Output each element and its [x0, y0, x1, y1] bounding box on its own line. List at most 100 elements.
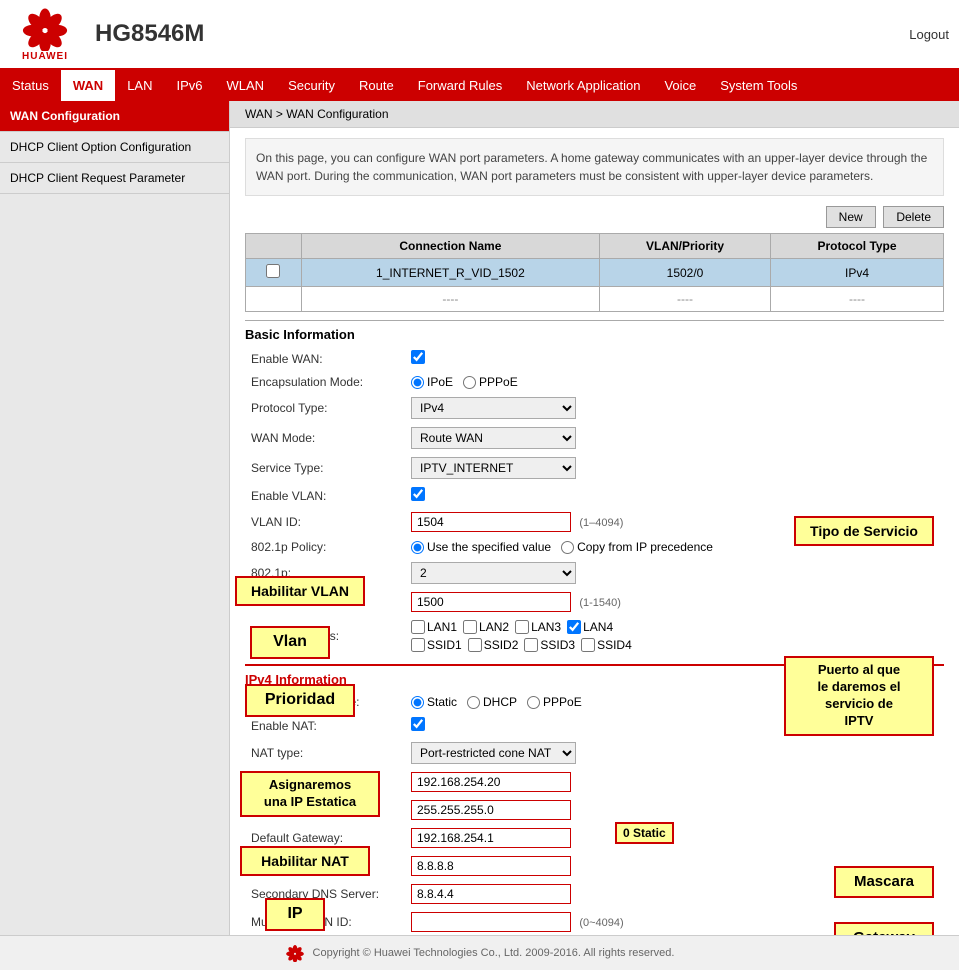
- binding-ssid1: SSID1: [411, 638, 462, 652]
- binding-lan4: LAN4: [567, 620, 613, 634]
- enable-vlan-label: Enable VLAN:: [245, 483, 405, 508]
- wan-mode-select[interactable]: Route WAN: [411, 427, 576, 449]
- protocol-select[interactable]: IPv4: [411, 397, 576, 419]
- col-check: [246, 234, 302, 259]
- policy-copy-radio[interactable]: [561, 541, 574, 554]
- protocol-type-row: Protocol Type: IPv4: [245, 393, 944, 423]
- nav-voice[interactable]: Voice: [652, 70, 708, 101]
- enable-vlan-checkbox[interactable]: [411, 487, 425, 501]
- nat-type-select[interactable]: Port-restricted cone NAT: [411, 742, 576, 764]
- delete-button[interactable]: Delete: [883, 206, 944, 228]
- acq-static-radio[interactable]: [411, 696, 424, 709]
- ann-gateway: Gateway: [834, 922, 934, 935]
- ip-address-input[interactable]: [411, 772, 571, 792]
- encap-pppoe-radio[interactable]: [463, 376, 476, 389]
- nav-security[interactable]: Security: [276, 70, 347, 101]
- ann-vlan: Vlan: [250, 626, 330, 659]
- logout-button[interactable]: Logout: [909, 27, 949, 42]
- enable-wan-label: Enable WAN:: [245, 346, 405, 371]
- policy-specified-label[interactable]: Use the specified value: [411, 540, 551, 554]
- lan1-checkbox[interactable]: [411, 620, 425, 634]
- encap-ipoe-label[interactable]: IPoE: [411, 375, 453, 389]
- row-checkbox[interactable]: [266, 264, 280, 278]
- nav-lan[interactable]: LAN: [115, 70, 164, 101]
- dot1p-select[interactable]: 2: [411, 562, 576, 584]
- binding-row: Binding Options: LAN1 LAN2: [245, 616, 944, 656]
- ann-mascara: Mascara: [834, 866, 934, 898]
- nav-status[interactable]: Status: [0, 70, 61, 101]
- enable-vlan-value: [405, 483, 944, 508]
- lan2-checkbox[interactable]: [463, 620, 477, 634]
- vlan-id-label: VLAN ID:: [245, 508, 405, 536]
- nav-wlan[interactable]: WLAN: [215, 70, 277, 101]
- encap-ipoe-radio[interactable]: [411, 376, 424, 389]
- mtu-input[interactable]: [411, 592, 571, 612]
- vlan-hint: (1–4094): [579, 517, 623, 529]
- row-protocol: IPv4: [771, 259, 944, 287]
- binding-ssid3: SSID3: [524, 638, 575, 652]
- service-type-value: IPTV_INTERNET: [405, 453, 944, 483]
- new-button[interactable]: New: [826, 206, 876, 228]
- enable-wan-checkbox[interactable]: [411, 350, 425, 364]
- binding-lan2: LAN2: [463, 620, 509, 634]
- acq-dhcp-label[interactable]: DHCP: [467, 695, 517, 709]
- acq-static-label[interactable]: Static: [411, 695, 457, 709]
- nav-forward-rules[interactable]: Forward Rules: [406, 70, 515, 101]
- table-row: ---- ---- ----: [246, 287, 944, 312]
- encap-radio-group: IPoE PPPoE: [411, 375, 938, 389]
- acq-pppoe-radio[interactable]: [527, 696, 540, 709]
- enable-wan-value: [405, 346, 944, 371]
- lan3-checkbox[interactable]: [515, 620, 529, 634]
- gateway-input[interactable]: [411, 828, 571, 848]
- acq-dhcp-radio[interactable]: [467, 696, 480, 709]
- policy-copy-label[interactable]: Copy from IP precedence: [561, 540, 713, 554]
- sidebar-wan-config[interactable]: WAN Configuration: [0, 101, 229, 132]
- subnet-mask-input[interactable]: [411, 800, 571, 820]
- vlan-id-input[interactable]: [411, 512, 571, 532]
- ann-ip: IP: [265, 898, 325, 931]
- row-check[interactable]: [246, 259, 302, 287]
- nav-route[interactable]: Route: [347, 70, 406, 101]
- ssid3-checkbox[interactable]: [524, 638, 538, 652]
- enable-wan-row: Enable WAN:: [245, 346, 944, 371]
- ssid1-checkbox[interactable]: [411, 638, 425, 652]
- acq-dhcp-text: DHCP: [483, 695, 517, 709]
- lan4-checkbox[interactable]: [567, 620, 581, 634]
- sidebar-dhcp-request[interactable]: DHCP Client Request Parameter: [0, 163, 229, 194]
- nav-network-application[interactable]: Network Application: [514, 70, 652, 101]
- nav-wan[interactable]: WAN: [61, 70, 115, 101]
- footer: Copyright © Huawei Technologies Co., Ltd…: [0, 935, 959, 970]
- nav-ipv6[interactable]: IPv6: [165, 70, 215, 101]
- footer-text: Copyright © Huawei Technologies Co., Ltd…: [313, 947, 675, 959]
- lan2-label: LAN2: [479, 620, 509, 634]
- policy-specified-radio[interactable]: [411, 541, 424, 554]
- table-area: New Delete Connection Name VLAN/Priority…: [245, 206, 944, 935]
- dns2-input[interactable]: [411, 884, 571, 904]
- ann-puerto-iptv: Puerto al que le daremos el servicio de …: [784, 656, 934, 736]
- sidebar-dhcp-option[interactable]: DHCP Client Option Configuration: [0, 132, 229, 163]
- ann-asignar-ip: Asignaremos una IP Estatica: [240, 771, 380, 817]
- basic-info-title: Basic Information: [245, 320, 944, 342]
- acq-pppoe-label[interactable]: PPPoE: [527, 695, 582, 709]
- ann-habilitar-vlan: Habilitar VLAN: [235, 576, 365, 606]
- encap-row: Encapsulation Mode: IPoE PPPoE: [245, 371, 944, 393]
- dns1-input[interactable]: [411, 856, 571, 876]
- enable-vlan-row: Enable VLAN:: [245, 483, 944, 508]
- nav-system-tools[interactable]: System Tools: [708, 70, 809, 101]
- service-type-label: Service Type:: [245, 453, 405, 483]
- ssid2-checkbox[interactable]: [468, 638, 482, 652]
- ssid4-checkbox[interactable]: [581, 638, 595, 652]
- sidebar: WAN Configuration DHCP Client Option Con…: [0, 101, 230, 935]
- enable-nat-checkbox[interactable]: [411, 717, 425, 731]
- multicast-input[interactable]: [411, 912, 571, 932]
- table-row[interactable]: 1_INTERNET_R_VID_1502 1502/0 IPv4: [246, 259, 944, 287]
- multicast-hint: (0~4094): [579, 917, 623, 929]
- binding-lan1: LAN1: [411, 620, 457, 634]
- ip-addr-value: [405, 768, 944, 796]
- policy-label: 802.1p Policy:: [245, 536, 405, 558]
- binding-ssid-options: SSID1 SSID2 SSID3: [411, 638, 938, 652]
- service-type-select[interactable]: IPTV_INTERNET: [411, 457, 576, 479]
- nav-bar: Status WAN LAN IPv6 WLAN Security Route …: [0, 70, 959, 101]
- dot1p-value: 2: [405, 558, 944, 588]
- encap-pppoe-label[interactable]: PPPoE: [463, 375, 518, 389]
